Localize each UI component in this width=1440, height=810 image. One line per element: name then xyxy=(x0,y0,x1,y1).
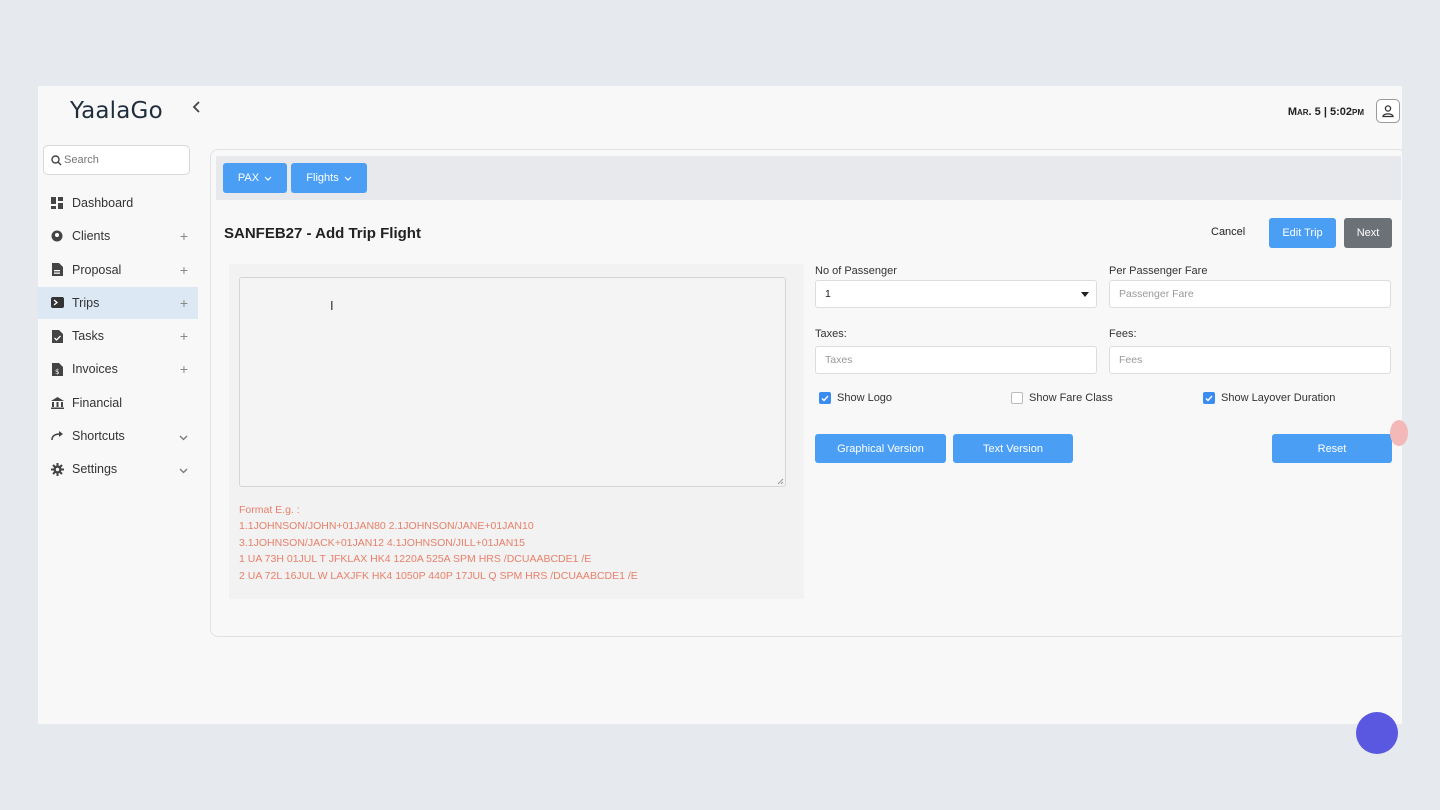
sidebar-item-label: Financial xyxy=(72,395,123,410)
header-datetime: Mar. 5 | 5:02pm xyxy=(1287,106,1364,118)
taxes-input[interactable]: Taxes xyxy=(815,346,1097,374)
app-window: YaalaGo Mar. 5 | 5:02pm Dashboard Client… xyxy=(38,86,1402,724)
sidebar-item-invoices[interactable]: $ Invoices + xyxy=(38,353,198,385)
sidebar-item-tasks[interactable]: Tasks + xyxy=(38,320,198,352)
show-layover-checkbox[interactable]: Show Layover Duration xyxy=(1203,392,1335,404)
clients-icon xyxy=(50,229,64,243)
fees-placeholder: Fees xyxy=(1119,354,1143,366)
cancel-button[interactable]: Cancel xyxy=(1211,226,1245,238)
plus-icon[interactable]: + xyxy=(180,362,188,376)
taxes-placeholder: Taxes xyxy=(825,354,853,366)
sidebar-item-label: Tasks xyxy=(72,329,104,344)
passenger-count-value: 1 xyxy=(825,288,831,300)
sidebar-item-shortcuts[interactable]: Shortcuts xyxy=(38,420,198,452)
main-panel: PAX Flights SANFEB27 - Add Trip Flight C… xyxy=(210,149,1402,637)
dashboard-icon xyxy=(50,196,64,210)
flights-dropdown-button[interactable]: Flights xyxy=(291,163,367,193)
page-title: SANFEB27 - Add Trip Flight xyxy=(224,225,421,242)
show-layover-label: Show Layover Duration xyxy=(1221,392,1336,404)
pax-label: PAX xyxy=(237,172,260,184)
proposal-icon xyxy=(50,263,64,277)
text-version-button[interactable]: Text Version xyxy=(953,434,1073,463)
chevron-down-icon[interactable] xyxy=(179,463,188,477)
search-icon xyxy=(51,154,62,165)
caret-down-icon xyxy=(1081,292,1089,297)
checkbox-unchecked-icon xyxy=(1011,392,1023,404)
passenger-count-select[interactable]: 1 xyxy=(815,280,1097,308)
financial-icon xyxy=(50,396,64,410)
tasks-icon xyxy=(50,329,64,343)
sidebar-nav: Dashboard Clients + Proposal + Trips + T… xyxy=(38,187,198,487)
sidebar-item-label: Clients xyxy=(72,229,111,244)
collapse-sidebar-icon[interactable] xyxy=(192,100,202,118)
svg-text:$: $ xyxy=(55,368,59,376)
trips-icon xyxy=(50,296,64,310)
sidebar-item-trips[interactable]: Trips + xyxy=(38,286,198,319)
format-line: 1.1JOHNSON/JOHN+01JAN80 2.1JOHNSON/JANE+… xyxy=(239,520,534,533)
flights-label: Flights xyxy=(306,172,339,184)
sidebar-item-clients[interactable]: Clients + xyxy=(38,220,198,252)
sidebar-item-label: Trips xyxy=(72,295,100,310)
format-line: 1 UA 73H 01JUL T JFKLAX HK4 1220A 525A S… xyxy=(239,553,592,566)
sidebar-item-label: Settings xyxy=(72,462,118,477)
show-logo-checkbox[interactable]: Show Logo xyxy=(819,392,892,404)
sidebar-search[interactable] xyxy=(43,145,190,175)
itinerary-textarea[interactable]: I xyxy=(239,277,786,487)
checkbox-checked-icon xyxy=(1203,392,1215,404)
chat-launcher-button[interactable] xyxy=(1356,712,1398,754)
shortcuts-icon xyxy=(50,429,64,443)
show-fare-class-label: Show Fare Class xyxy=(1029,392,1113,404)
plus-icon[interactable]: + xyxy=(180,229,188,243)
sidebar-item-label: Invoices xyxy=(72,362,118,377)
taxes-label: Taxes: xyxy=(815,328,847,340)
sidebar-item-label: Shortcuts xyxy=(72,429,125,444)
help-bubble-edge[interactable] xyxy=(1390,420,1408,446)
pax-dropdown-button[interactable]: PAX xyxy=(223,163,287,193)
checkbox-checked-icon xyxy=(819,392,831,404)
plus-icon[interactable]: + xyxy=(180,296,188,310)
fees-label: Fees: xyxy=(1109,328,1137,340)
resize-handle-icon[interactable] xyxy=(777,478,784,485)
toolbar: PAX Flights xyxy=(216,156,1401,200)
graphical-version-button[interactable]: Graphical Version xyxy=(815,434,946,463)
sidebar-item-financial[interactable]: Financial xyxy=(38,387,198,419)
next-button[interactable]: Next xyxy=(1344,218,1392,248)
chevron-down-icon xyxy=(344,176,352,181)
sidebar-item-proposal[interactable]: Proposal + xyxy=(38,254,198,286)
text-cursor-icon: I xyxy=(330,298,334,313)
sidebar-item-label: Dashboard xyxy=(72,196,134,210)
itinerary-input-panel: I Format E.g. : 1.1JOHNSON/JOHN+01JAN80 … xyxy=(229,264,804,599)
chevron-down-icon xyxy=(264,176,272,181)
format-line: 2 UA 72L 16JUL W LAXJFK HK4 1050P 440P 1… xyxy=(239,569,638,582)
show-fare-class-checkbox[interactable]: Show Fare Class xyxy=(1011,392,1113,404)
settings-icon xyxy=(50,462,64,476)
invoices-icon: $ xyxy=(50,362,64,376)
reset-button[interactable]: Reset xyxy=(1272,434,1392,463)
format-line: 3.1JOHNSON/JACK+01JAN12 4.1JOHNSON/JILL+… xyxy=(239,536,525,549)
plus-icon[interactable]: + xyxy=(180,263,188,277)
sidebar-item-dashboard[interactable]: Dashboard xyxy=(38,187,198,219)
passenger-count-label: No of Passenger xyxy=(815,265,897,277)
brand-logo: YaalaGo xyxy=(70,98,163,124)
format-heading: Format E.g. : xyxy=(239,504,300,516)
passenger-fare-input[interactable]: Passenger Fare xyxy=(1109,280,1391,308)
sidebar-item-settings[interactable]: Settings xyxy=(38,453,198,485)
plus-icon[interactable]: + xyxy=(180,329,188,343)
fare-label: Per Passenger Fare xyxy=(1109,265,1208,277)
user-avatar-button[interactable] xyxy=(1376,99,1400,123)
format-example: Format E.g. : 1.1JOHNSON/JOHN+01JAN80 2.… xyxy=(239,502,638,584)
show-logo-label: Show Logo xyxy=(837,392,893,404)
edit-trip-button[interactable]: Edit Trip xyxy=(1269,218,1336,248)
fees-input[interactable]: Fees xyxy=(1109,346,1391,374)
search-input[interactable] xyxy=(64,154,174,166)
user-icon xyxy=(1382,105,1394,118)
sidebar-item-label: Proposal xyxy=(72,262,122,277)
chevron-down-icon[interactable] xyxy=(179,430,188,444)
fare-placeholder: Passenger Fare xyxy=(1119,288,1194,300)
